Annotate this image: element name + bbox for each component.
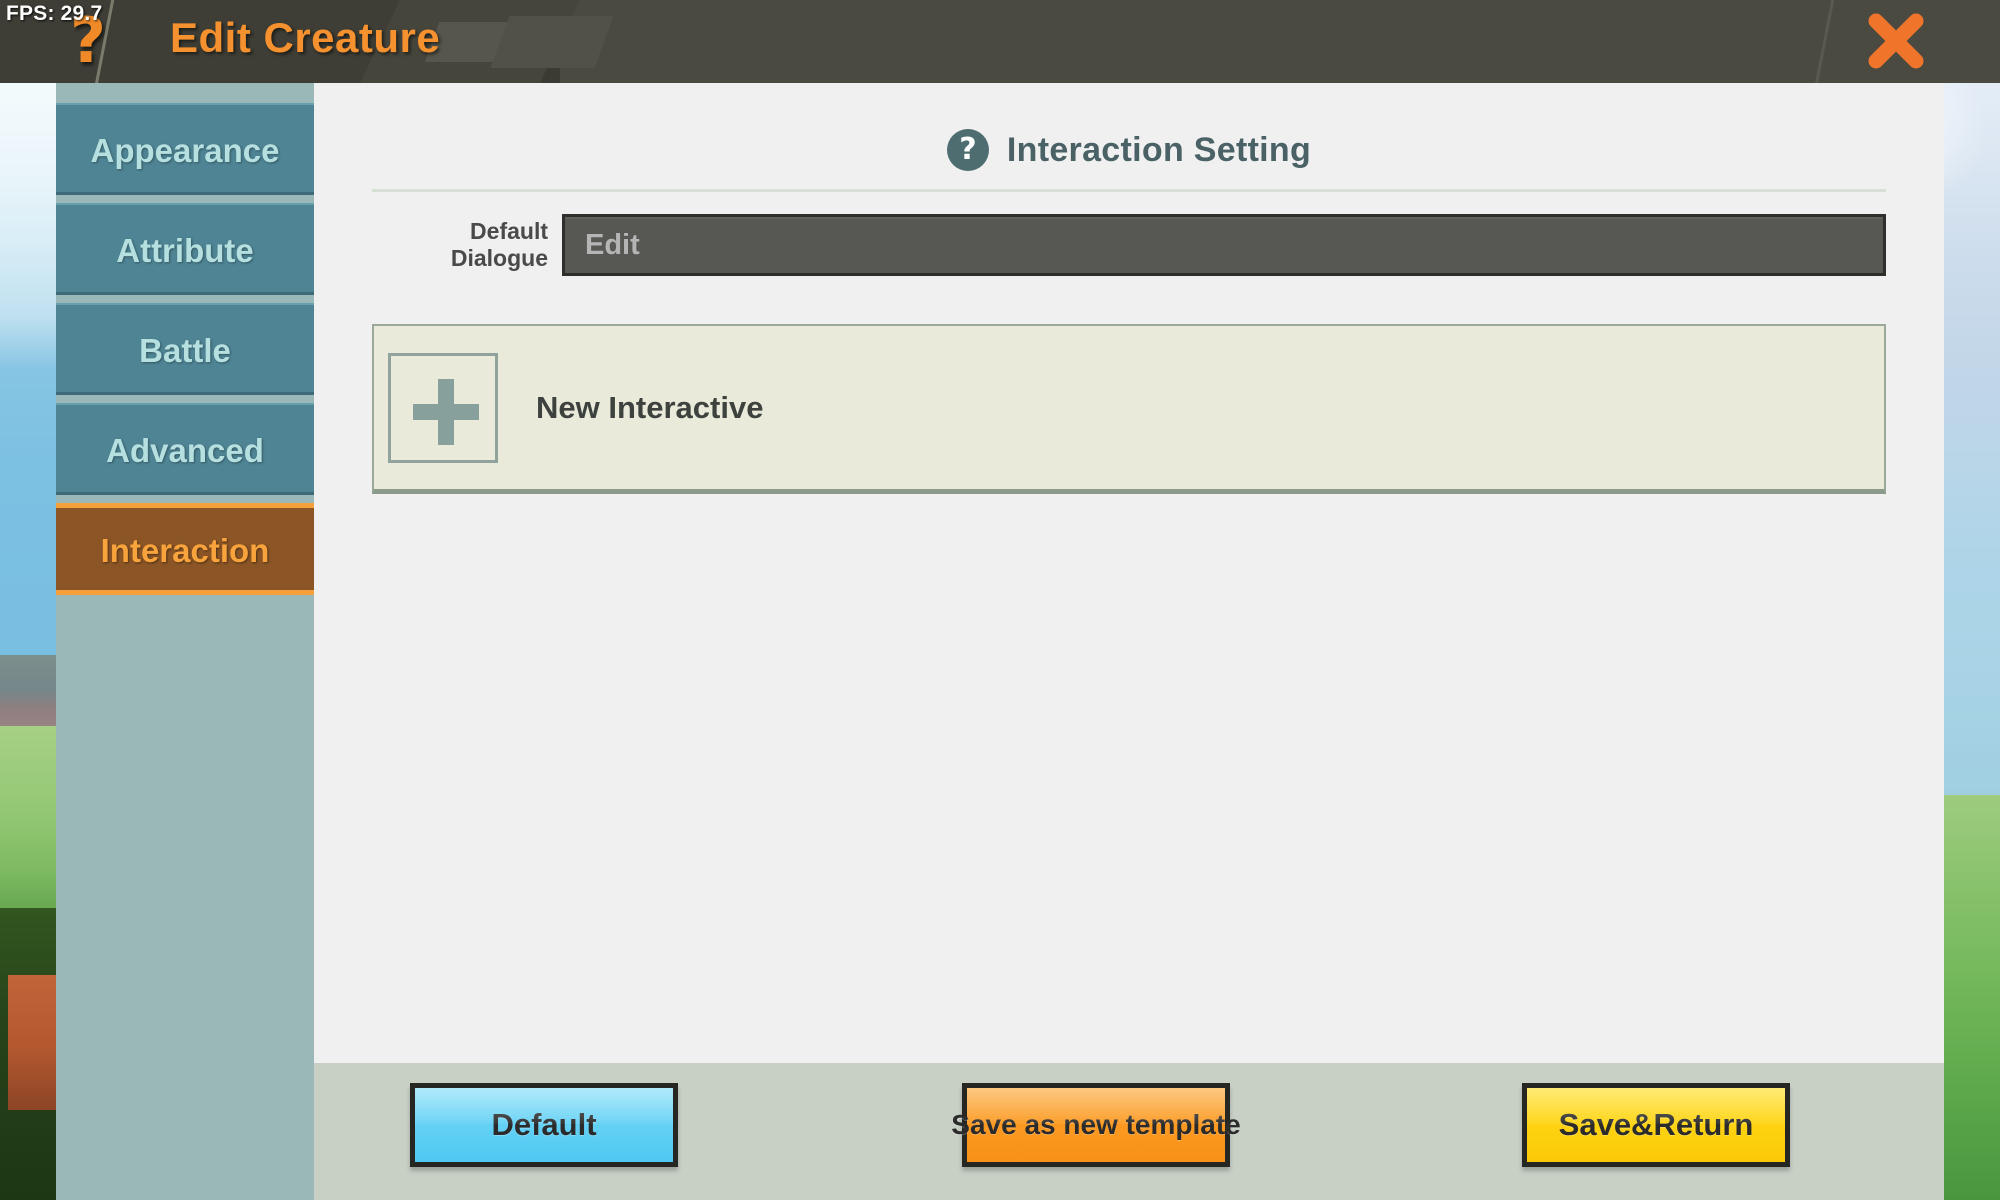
plus-vertical-bar xyxy=(438,378,454,445)
sidebar-item-interaction[interactable]: Interaction xyxy=(56,503,314,599)
button-label: Save as new template xyxy=(951,1109,1241,1140)
titlebar-decor-parallelogram-2 xyxy=(490,16,614,68)
sidebar-top-spacer xyxy=(56,83,314,103)
save-and-return-button[interactable]: Save&Return xyxy=(1522,1083,1790,1167)
sidebar-tabs: Appearance Attribute Battle Advanced Int… xyxy=(56,83,314,1200)
page-title: Edit Creature xyxy=(170,14,441,61)
window-titlebar: FPS: 29.7 ? Edit Creature xyxy=(0,0,2000,83)
plus-icon[interactable] xyxy=(388,352,498,463)
default-dialogue-value: Edit xyxy=(585,228,640,261)
main-content-panel: ? Interaction Setting Default Dialogue E… xyxy=(314,83,1944,1063)
button-label: Save&Return xyxy=(1558,1107,1754,1142)
sidebar-item-label: Advanced xyxy=(106,432,264,469)
sidebar-item-label: Attribute xyxy=(116,232,254,269)
new-interactive-card[interactable]: New Interactive xyxy=(372,324,1886,494)
save-as-new-template-button[interactable]: Save as new template xyxy=(951,1083,1241,1167)
panel-header: ? Interaction Setting xyxy=(314,83,1944,171)
sidebar-item-label: Appearance xyxy=(90,132,280,169)
sidebar-item-label: Battle xyxy=(139,332,231,369)
panel-title: Interaction Setting xyxy=(1006,130,1312,169)
button-label: Default xyxy=(491,1107,597,1142)
default-button[interactable]: Default xyxy=(410,1083,678,1167)
default-dialogue-field[interactable]: Edit xyxy=(562,214,1886,276)
sidebar-item-advanced[interactable]: Advanced xyxy=(56,403,314,499)
default-dialogue-label: Default Dialogue xyxy=(450,218,548,271)
sidebar-item-label: Interaction xyxy=(100,532,270,569)
fps-counter: FPS: 29.7 xyxy=(6,2,103,25)
title-divider xyxy=(372,189,1886,192)
close-icon[interactable] xyxy=(1860,5,1932,77)
sidebar-item-attribute[interactable]: Attribute xyxy=(56,203,314,299)
default-dialogue-row: Default Dialogue Edit xyxy=(372,214,1886,276)
help-icon[interactable]: ? xyxy=(946,129,989,171)
sidebar-item-battle[interactable]: Battle xyxy=(56,303,314,399)
new-interactive-label: New Interactive xyxy=(536,389,764,425)
sidebar-item-appearance[interactable]: Appearance xyxy=(56,103,314,199)
footer-toolbar: Default Save as new template Save&Return xyxy=(314,1063,1944,1200)
titlebar-right-plate xyxy=(560,0,2000,83)
